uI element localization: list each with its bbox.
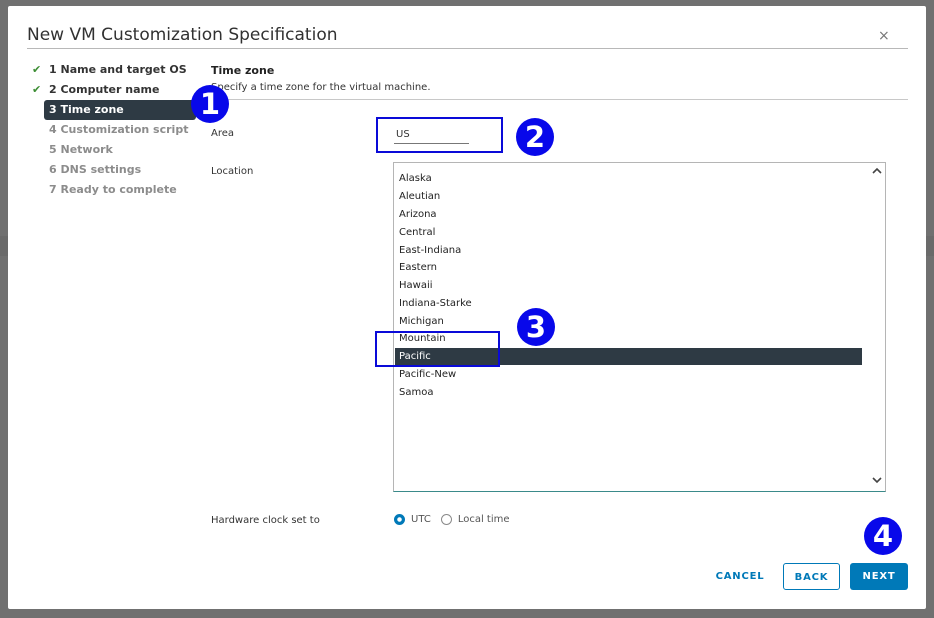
dialog-title: New VM Customization Specification — [27, 25, 338, 45]
local-time-radio-label[interactable]: Local time — [458, 514, 510, 525]
location-listbox[interactable]: Alaska Aleutian Arizona Central East-Ind… — [393, 162, 886, 492]
annotation-badge-4: 4 — [864, 517, 902, 555]
location-option-michigan[interactable]: Michigan — [399, 313, 444, 330]
customization-dialog: New VM Customization Specification × ✔ 1… — [8, 6, 926, 609]
location-option-eastern[interactable]: Eastern — [399, 259, 437, 276]
location-scrollbar[interactable] — [869, 163, 885, 491]
check-icon: ✔ — [32, 83, 42, 96]
step-label: 3 Time zone — [49, 103, 124, 116]
hardware-clock-label: Hardware clock set to — [211, 515, 320, 526]
utc-radio-label[interactable]: UTC — [411, 514, 431, 525]
step-label: 1 Name and target OS — [49, 63, 187, 76]
step-time-zone[interactable]: 3 Time zone — [44, 100, 196, 120]
back-button[interactable]: BACK — [783, 563, 840, 590]
annotation-badge-2: 2 — [516, 118, 554, 156]
location-option-east-indiana[interactable]: East-Indiana — [399, 242, 461, 259]
section-title: Time zone — [211, 64, 275, 77]
step-dns-settings: 6 DNS settings — [44, 160, 196, 180]
step-label: 7 Ready to complete — [49, 183, 177, 196]
location-option-alaska[interactable]: Alaska — [399, 170, 432, 187]
close-icon[interactable]: × — [878, 28, 890, 44]
location-option-hawaii[interactable]: Hawaii — [399, 277, 433, 294]
location-label: Location — [211, 166, 254, 177]
step-label: 4 Customization script — [49, 123, 189, 136]
annotation-badge-3: 3 — [517, 308, 555, 346]
step-label: 2 Computer name — [49, 83, 160, 96]
hardware-clock-radio-group: UTC Local time — [394, 514, 520, 525]
location-option-central[interactable]: Central — [399, 224, 435, 241]
cancel-button[interactable]: CANCEL — [708, 563, 772, 590]
annotation-badge-1: 1 — [191, 85, 229, 123]
annotation-box-area — [376, 117, 503, 153]
local-time-radio[interactable] — [440, 514, 452, 525]
location-option-aleutian[interactable]: Aleutian — [399, 188, 440, 205]
location-option-pacific-new[interactable]: Pacific-New — [399, 366, 456, 383]
scroll-down-icon[interactable] — [871, 476, 883, 488]
next-button[interactable]: NEXT — [850, 563, 908, 590]
wizard-steps: ✔ 1 Name and target OS ✔ 2 Computer name… — [32, 60, 196, 200]
area-label: Area — [211, 128, 235, 139]
location-option-indiana-starke[interactable]: Indiana-Starke — [399, 295, 472, 312]
scroll-up-icon[interactable] — [871, 167, 883, 179]
title-divider — [27, 48, 908, 49]
location-option-arizona[interactable]: Arizona — [399, 206, 437, 223]
content-divider — [211, 99, 908, 100]
step-customization-script: 4 Customization script — [44, 120, 196, 140]
step-ready-to-complete: 7 Ready to complete — [44, 180, 196, 200]
check-icon: ✔ — [32, 63, 42, 76]
step-name-and-target-os[interactable]: ✔ 1 Name and target OS — [32, 60, 196, 80]
step-computer-name[interactable]: ✔ 2 Computer name — [32, 80, 196, 100]
annotation-box-pacific — [375, 331, 500, 367]
utc-radio[interactable] — [394, 514, 405, 525]
step-label: 6 DNS settings — [49, 163, 142, 176]
section-subtitle: Specify a time zone for the virtual mach… — [211, 82, 431, 93]
step-network: 5 Network — [44, 140, 196, 160]
step-label: 5 Network — [49, 143, 113, 156]
location-option-samoa[interactable]: Samoa — [399, 384, 433, 401]
